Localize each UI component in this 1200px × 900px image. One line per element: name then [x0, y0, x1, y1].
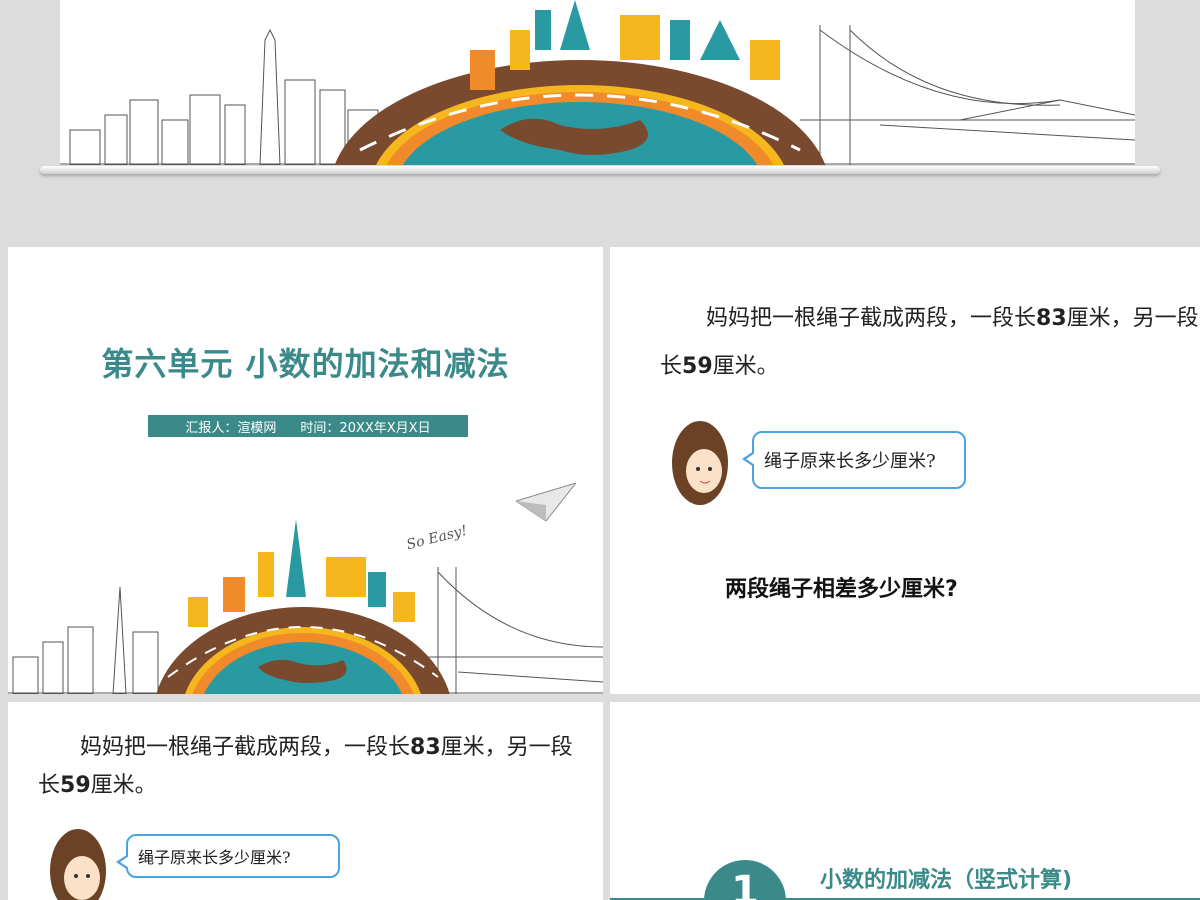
globe-skyline-illustration: [8, 519, 603, 694]
length-83: 83: [410, 735, 441, 760]
speech-bubble: 绳子原来长多少厘米?: [116, 834, 340, 878]
city-globe-illustration: [60, 0, 1135, 165]
problem-line-2: 长59厘米。: [660, 345, 779, 389]
problem-slide-repeat[interactable]: 妈妈把一根绳子截成两段，一段长83厘米，另一段 长59厘米。 绳子原来长多少厘米…: [8, 702, 603, 900]
bubble-text: 绳子原来长多少厘米?: [764, 451, 936, 472]
length-59: 59: [60, 773, 91, 798]
problem-text-a: 妈妈把一根绳子截成两段，一段长: [706, 306, 1037, 331]
question-text: 两段绳子相差多少厘米?: [725, 577, 958, 602]
banner-shelf: [40, 166, 1160, 174]
problem-text-c: 长: [38, 773, 61, 798]
problem-slide[interactable]: 妈妈把一根绳子截成两段，一段长83厘米，另一段 长59厘米。 绳子原来长多少厘米…: [610, 247, 1200, 694]
bubble-text: 绳子原来长多少厘米?: [138, 848, 291, 867]
problem-line-1: 妈妈把一根绳子截成两段，一段长83厘米，另一段: [706, 297, 1199, 341]
section-number: 1: [704, 860, 786, 900]
title-slide[interactable]: 第六单元 小数的加法和减法 汇报人：渲模网 时间：20XX年X月X日 So Ea…: [8, 247, 603, 694]
girl-avatar: [50, 829, 106, 900]
problem-text-b: 厘米，另一段: [1066, 306, 1199, 331]
problem-text-d: 厘米。: [712, 354, 779, 379]
banner-slide[interactable]: [60, 0, 1135, 165]
girl-avatar: [672, 421, 728, 505]
problem-line-2: 长59厘米。: [38, 764, 157, 808]
problem-text-b: 厘米，另一段: [440, 735, 573, 760]
problem-text-a: 妈妈把一根绳子截成两段，一段长: [80, 735, 411, 760]
problem-text-c: 长: [660, 354, 683, 379]
speech-bubble: 绳子原来长多少厘米?: [742, 431, 966, 489]
section-slide[interactable]: 1 小数的加减法（竖式计算): [610, 702, 1200, 900]
problem-text-d: 厘米。: [90, 773, 157, 798]
length-83: 83: [1036, 306, 1067, 331]
length-59: 59: [682, 354, 713, 379]
section-title: 小数的加减法（竖式计算): [820, 868, 1073, 893]
